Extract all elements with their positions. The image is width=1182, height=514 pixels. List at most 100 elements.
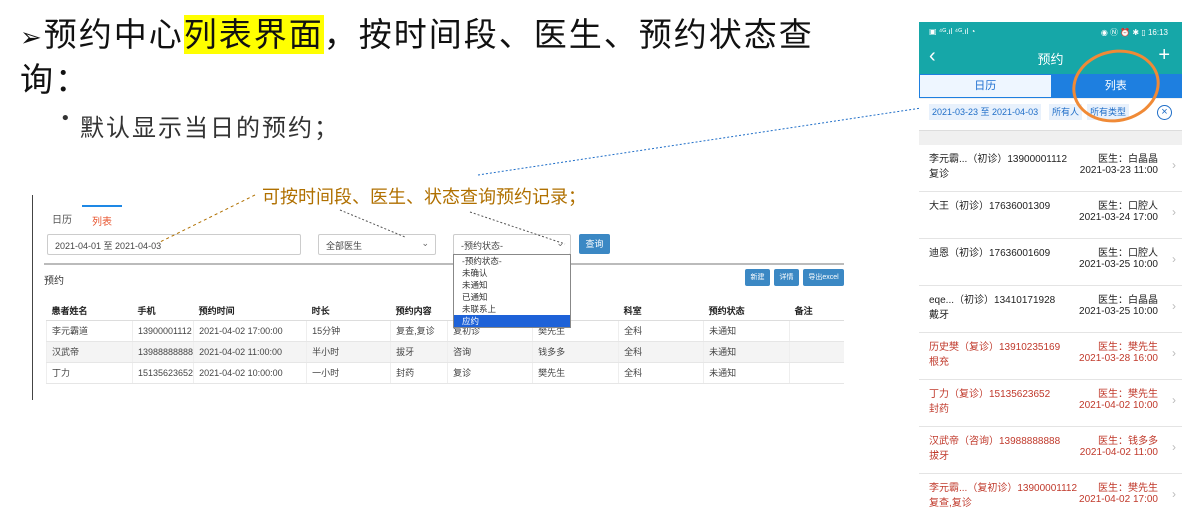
frame-edge [32,195,33,400]
cell: 全科 [618,341,704,363]
clear-filter-icon[interactable]: × [1157,105,1172,120]
list-item[interactable]: 历史樊（复诊）13910235169 根充 医生：樊先生 2021-03-28 … [919,333,1182,380]
item-content: 拔牙 [929,451,949,462]
query-button[interactable]: 查询 [579,234,610,254]
tab-calendar[interactable]: 日历 [42,205,82,231]
item-time: 2021-03-25 10:00 [1079,306,1158,317]
chevron-right-icon: › [1172,487,1176,501]
list-item[interactable]: 汉武帝（咨询）13988888888 拔牙 医生：钱多多 2021-04-02 … [919,427,1182,474]
item-doctor: 医生：樊先生 [1098,342,1158,353]
doctor-select-value: 全部医生 [326,241,363,251]
item-content: 复诊 [929,169,949,180]
item-doctor: 医生：白晶晶 [1098,295,1158,306]
cell: 李元霸道 [46,320,133,342]
table-row[interactable]: 李元霸道 13900001112 2021-04-02 17:00:00 15分… [46,320,844,342]
status-option[interactable]: -预约状态- [454,255,570,267]
status-option[interactable]: 未确认 [454,267,570,279]
cell: 未通知 [703,341,790,363]
item-time: 2021-03-23 11:00 [1079,165,1158,176]
cell: 半小时 [306,341,391,363]
list-item[interactable]: 丁力（复诊）15135623652 封药 医生：樊先生 2021-04-02 1… [919,380,1182,427]
tab-calendar[interactable]: 日历 [920,75,1051,97]
list-item[interactable]: 迪恩（初诊）17636001609 医生：口腔人 2021-03-25 10:0… [919,239,1182,286]
cell [789,341,844,363]
col-patient[interactable]: 患者姓名 [46,302,133,321]
chevron-right-icon: › [1172,299,1176,313]
col-phone[interactable]: 手机 [132,302,194,321]
chevron-right-icon: › [1172,205,1176,219]
item-doctor: 医生：樊先生 [1098,483,1158,494]
item-title: 李元霸...（复初诊）13900001112 [929,483,1078,494]
chevron-down-icon: ⌄ [421,238,429,248]
status-option[interactable]: 未通知 [454,279,570,291]
cell: 咨询 [447,341,533,363]
chevron-right-icon: › [1172,346,1176,360]
tab-list[interactable]: 列表 [1050,75,1181,97]
nav-bar: ‹ 预约 + [919,42,1182,74]
item-doctor: 医生：樊先生 [1098,389,1158,400]
list-item[interactable]: 李元霸...（初诊）13900001112 复诊 医生：白晶晶 2021-03-… [919,145,1182,192]
col-time[interactable]: 预约时间 [193,302,307,321]
list-item[interactable]: 大王（初诊）17636001309 医生：口腔人 2021-03-24 17:0… [919,192,1182,239]
doctor-select[interactable]: 全部医生 ⌄ [318,234,436,255]
divider [44,263,844,265]
col-department[interactable]: 科室 [618,302,704,321]
status-option[interactable]: 已通知 [454,291,570,303]
item-title: 李元霸...（初诊）13900001112 [929,154,1068,165]
table-row[interactable]: 汉武帝 13988888888 2021-04-02 11:00:00 半小时 … [46,341,844,363]
item-time: 2021-03-25 10:00 [1079,259,1158,270]
cell: 钱多多 [532,341,619,363]
item-time: 2021-04-02 11:00 [1079,447,1158,458]
item-content: 戴牙 [929,310,949,321]
title-highlight: 列表界面 [183,15,324,54]
item-title: eqe...（初诊）13410171928 [929,295,1056,306]
cell: 全科 [618,362,704,384]
bullet-default-today: • 默认显示当日的预约； [60,108,340,143]
add-icon[interactable]: + [1158,44,1170,67]
cell: 未通知 [703,320,790,342]
chevron-right-icon: › [1172,440,1176,454]
cell [789,362,844,384]
cell: 15分钟 [306,320,391,342]
export-excel-button[interactable]: 导出excel [803,269,844,286]
cell: 13988888888 [131,341,194,363]
appointment-table: 患者姓名 手机 预约时间 时长 预约内容 科室 预约状态 备注 李元霸道 139… [46,302,844,384]
date-range-input[interactable]: 2021-04-01 至 2021-04-03 [47,234,301,255]
cell: 全科 [618,320,704,342]
table-header-row: 患者姓名 手机 预约时间 时长 预约内容 科室 预约状态 备注 [46,302,844,321]
new-button[interactable]: 新建 [745,269,770,286]
item-time: 2021-03-28 16:00 [1079,353,1158,364]
detail-button[interactable]: 详情 [774,269,799,286]
cell: 汉武帝 [46,341,133,363]
status-dropdown: -预约状态- 未确认 未通知 已通知 未联系上 应约 [453,254,571,328]
list-item[interactable]: eqe...（初诊）13410171928 戴牙 医生：白晶晶 2021-03-… [919,286,1182,333]
filter-bar: 2021-03-23 至 2021-04-03 所有人 所有类型 × [919,99,1182,131]
item-doctor: 医生：口腔人 [1098,248,1158,259]
title-prefix: 预约中心 [43,15,184,54]
status-option[interactable]: 未联系上 [454,303,570,315]
status-bar: ▣ ⁴ᴳ.ıl ⁴ᴳ.ıl ◔ ◉ Ⓝ ⏰ ✱ ▯ 16:13 [919,22,1182,42]
item-content: 封药 [929,404,949,415]
item-content: 根充 [929,357,949,368]
cell: 丁力 [46,362,133,384]
cell: 樊先生 [532,362,619,384]
item-content: 复查,复诊 [929,498,972,509]
status-right: ◉ Ⓝ ⏰ ✱ ▯ 16:13 [1100,28,1168,37]
status-select[interactable]: -预约状态- ⌄ [453,234,571,255]
col-status[interactable]: 预约状态 [703,302,790,321]
col-remark[interactable]: 备注 [789,302,844,321]
status-option-selected[interactable]: 应约 [454,315,570,327]
col-content[interactable]: 预约内容 [390,302,448,321]
filter-type-chip[interactable]: 所有类型 [1087,104,1130,120]
item-title: 汉武帝（咨询）13988888888 [929,436,1061,447]
view-segment: 日历 列表 [919,74,1182,98]
list-item[interactable]: 李元霸...（复初诊）13900001112 复查,复诊 医生：樊先生 2021… [919,474,1182,514]
cell: 2021-04-02 11:00:00 [193,341,307,363]
table-row[interactable]: 丁力 15135623652 2021-04-02 10:00:00 一小时 封… [46,362,844,384]
item-title: 历史樊（复诊）13910235169 [929,342,1061,353]
col-duration[interactable]: 时长 [306,302,391,321]
filter-date-chip[interactable]: 2021-03-23 至 2021-04-03 [929,104,1042,120]
filter-person-chip[interactable]: 所有人 [1049,104,1083,120]
tab-list[interactable]: 列表 [82,205,122,231]
